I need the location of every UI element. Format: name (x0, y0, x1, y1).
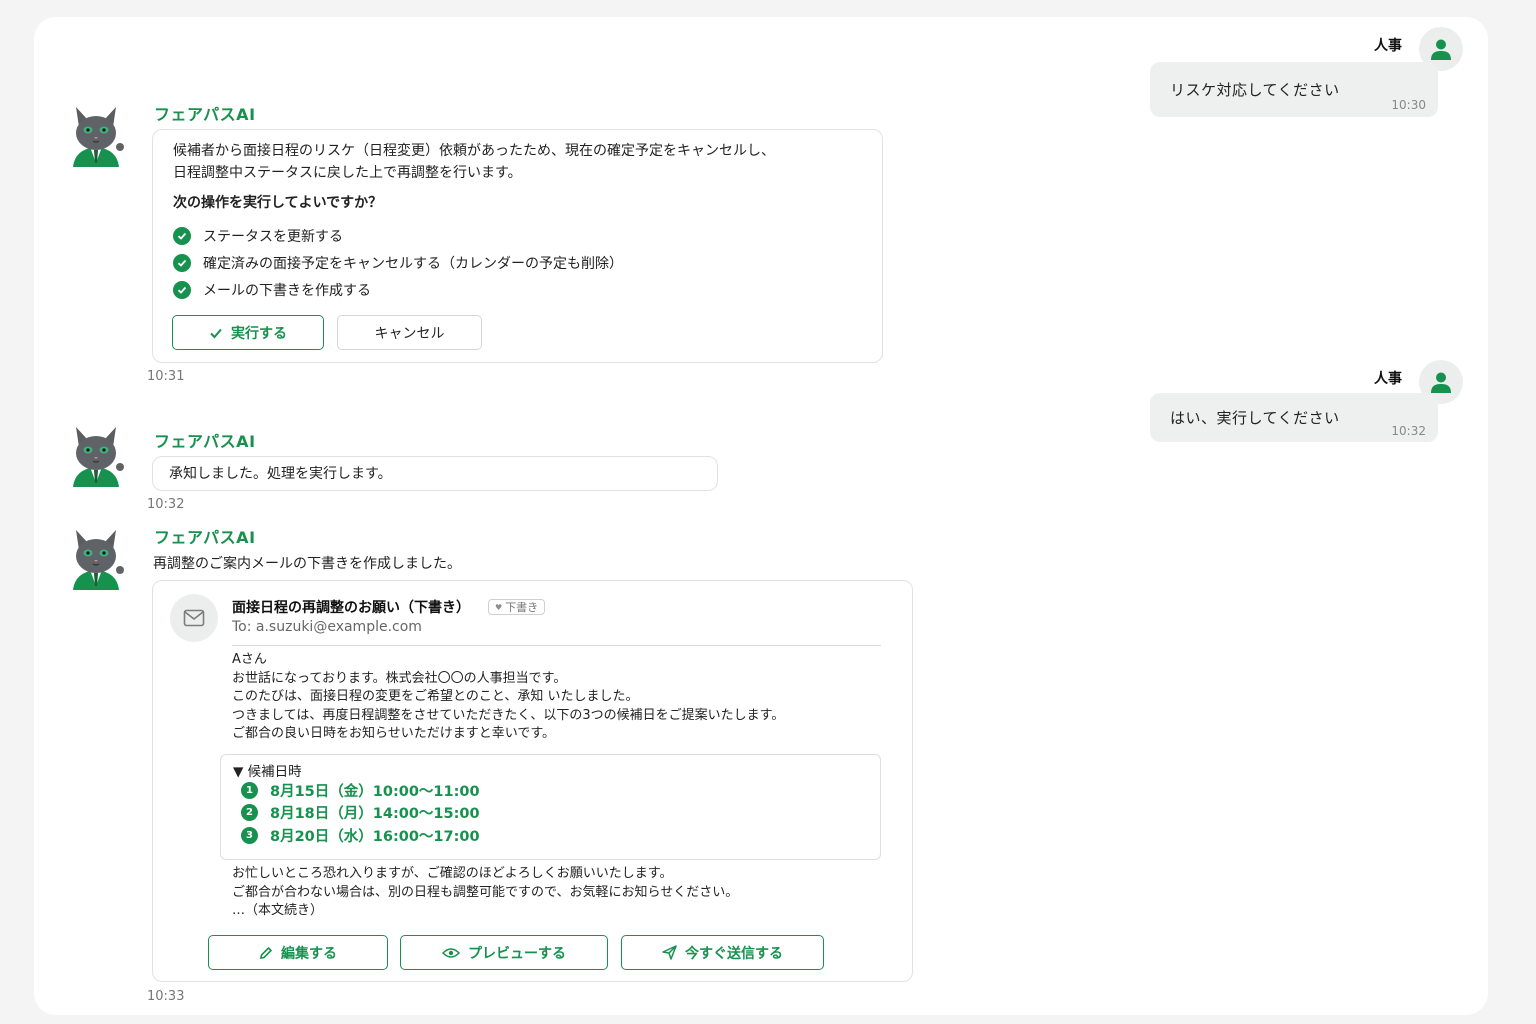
edit-button[interactable]: 編集する (208, 935, 388, 970)
person-icon (1431, 372, 1451, 393)
divider (232, 645, 881, 646)
message-time: 10:32 (147, 497, 185, 512)
ai-avatar (67, 421, 125, 491)
message-time: 10:32 (1391, 424, 1426, 438)
user-message-text: はい、実行してください (1170, 409, 1340, 427)
candidate-time: 14:00〜15:00 (372, 806, 480, 823)
action-label: メールの下書きを作成する (203, 282, 371, 299)
ai-avatar (67, 101, 125, 171)
candidate-item: 3 8月20日（水） 16:00〜17:00 (241, 824, 480, 847)
user-name: 人事 (1374, 38, 1402, 54)
pencil-icon (260, 946, 273, 959)
action-label: ステータスを更新する (203, 228, 343, 245)
email-to: To: a.suzuki@example.com (232, 619, 422, 635)
email-body-line: つきましては、再度日程調整をさせていただきたく、以下の3つの候補日をご提案いたし… (232, 707, 785, 723)
action-item: メールの下書きを作成する (173, 276, 623, 303)
action-item: 確定済みの面接予定をキャンセルする（カレンダーの予定も削除） (173, 249, 623, 276)
ai-avatar (67, 524, 125, 594)
person-icon (1431, 39, 1451, 60)
heart-icon: ♥ (495, 602, 503, 612)
message-time: 10:33 (147, 989, 185, 1004)
send-now-button[interactable]: 今すぐ送信する (621, 935, 824, 970)
user-name: 人事 (1374, 371, 1402, 387)
cancel-button[interactable]: キャンセル (337, 315, 482, 350)
email-header: 面接日程の再調整のお願い（下書き） ♥ 下書き (232, 597, 546, 617)
email-body-line: ご都合の良い日時をお知らせいただけますと幸いです。 (232, 726, 556, 741)
action-label: 確定済みの面接予定をキャンセルする（カレンダーの予定も削除） (203, 255, 623, 272)
preview-button[interactable]: プレビューする (400, 935, 608, 970)
email-subject: 面接日程の再調整のお願い（下書き） (232, 600, 470, 616)
ai-name: フェアパスAI (154, 528, 256, 547)
candidate-time: 10:00〜11:00 (372, 783, 480, 800)
check-circle-icon (173, 280, 191, 299)
email-body-line: お世話になっております。株式会社〇〇の人事担当です。 (232, 670, 567, 686)
ai-name: フェアパスAI (154, 105, 256, 124)
ai-message-bubble: 承知しました。処理を実行します。 (152, 456, 718, 491)
cancel-button-label: キャンセル (374, 325, 445, 342)
action-item: ステータスを更新する (173, 222, 623, 249)
ai-name: フェアパスAI (154, 432, 256, 451)
email-body-line: Aさん (232, 652, 267, 667)
preview-button-label: プレビューする (468, 945, 566, 962)
ai-message-text: 承知しました。処理を実行します。 (169, 466, 392, 482)
send-now-button-label: 今すぐ送信する (685, 945, 783, 962)
user-message-bubble: リスケ対応してください 10:30 (1150, 62, 1438, 117)
candidate-date: 8月18日（月） (270, 806, 373, 823)
candidate-item: 1 8月15日（金） 10:00〜11:00 (241, 779, 480, 802)
check-icon (210, 328, 222, 338)
check-circle-icon (173, 226, 191, 245)
email-body-line: ご都合が合わない場合は、別の日程も調整可能ですので、お気軽にお知らせください。 (232, 884, 739, 900)
edit-button-label: 編集する (281, 945, 337, 962)
candidate-date: 8月15日（金） (270, 783, 373, 800)
mail-icon (183, 609, 205, 627)
email-body: Aさん お世話になっております。株式会社〇〇の人事担当です。 このたびは、面接日… (232, 651, 784, 744)
confirm-question: 次の操作を実行してよいですか？ (173, 195, 383, 211)
message-time: 10:31 (147, 369, 185, 384)
draft-badge-label: 下書き (505, 601, 539, 614)
draft-badge: ♥ 下書き (488, 599, 546, 615)
action-list: ステータスを更新する 確定済みの面接予定をキャンセルする（カレンダーの予定も削除… (173, 222, 623, 303)
card-text-line: 候補者から面接日程のリスケ（日程変更）依頼があったため、現在の確定予定をキャンセ… (173, 143, 775, 159)
eye-icon (442, 947, 460, 958)
email-body-line: このたびは、面接日程の変更をご希望とのこと、承知 いたしました。 (232, 689, 639, 704)
email-body-line: …（本文続き） (232, 903, 324, 918)
candidate-time: 16:00〜17:00 (372, 828, 480, 845)
candidate-dates-box: ▼ 候補日時 1 8月15日（金） 10:00〜11:00 2 8月18日（月）… (220, 754, 881, 860)
check-circle-icon (173, 253, 191, 272)
email-body-line: お忙しいところ恐れ入りますが、ご確認のほどよろしくお願いいたします。 (232, 866, 673, 881)
candidate-number: 3 (241, 826, 258, 844)
card-text-line: 日程調整中ステータスに戻した上で再調整を行います。 (173, 165, 522, 181)
mail-icon-wrap (170, 594, 218, 642)
candidate-list: 1 8月15日（金） 10:00〜11:00 2 8月18日（月） 14:00〜… (241, 779, 480, 847)
candidate-number: 2 (241, 804, 258, 822)
email-closing: お忙しいところ恐れ入りますが、ご確認のほどよろしくお願いいたします。 ご都合が合… (232, 865, 738, 921)
user-message-text: リスケ対応してください (1170, 81, 1340, 99)
candidate-date: 8月20日（水） (270, 828, 373, 845)
user-message-bubble: はい、実行してください 10:32 (1150, 393, 1438, 442)
candidate-number: 1 (241, 781, 258, 799)
email-draft-card: 面接日程の再調整のお願い（下書き） ♥ 下書き To: a.suzuki@exa… (152, 580, 913, 982)
send-icon (662, 945, 677, 960)
execute-button[interactable]: 実行する (172, 315, 324, 350)
candidate-dates-title: ▼ 候補日時 (233, 764, 302, 780)
confirmation-card: 候補者から面接日程のリスケ（日程変更）依頼があったため、現在の確定予定をキャンセ… (152, 129, 883, 363)
message-time: 10:30 (1391, 98, 1426, 112)
ai-message-text: 再調整のご案内メールの下書きを作成しました。 (153, 556, 461, 572)
candidate-item: 2 8月18日（月） 14:00〜15:00 (241, 802, 480, 825)
execute-button-label: 実行する (231, 325, 287, 342)
